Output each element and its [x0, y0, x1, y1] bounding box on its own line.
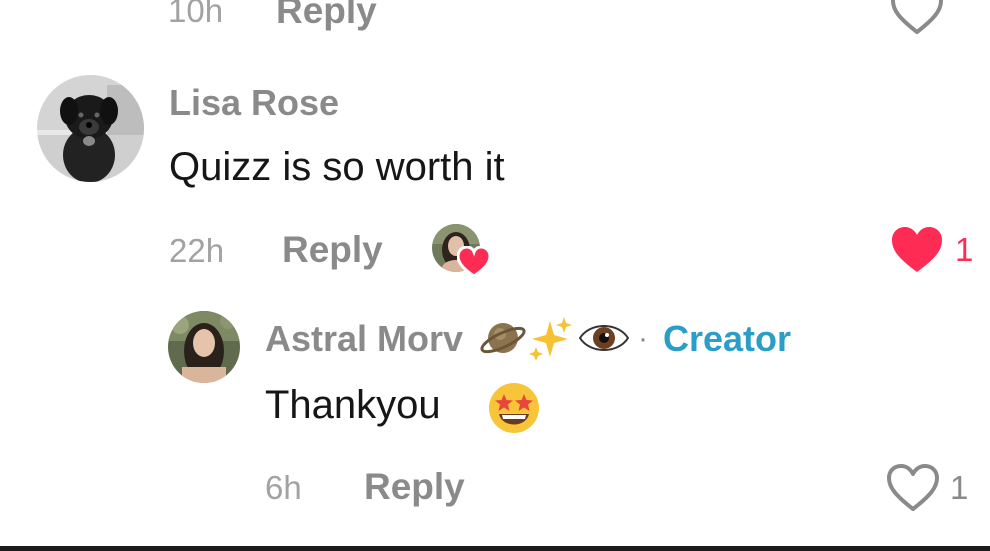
- creator-liked-badge: [432, 224, 492, 278]
- star-struck-icon: [486, 380, 542, 436]
- comment-text: Quizz is so worth it: [169, 145, 505, 189]
- astral-morv-avatar[interactable]: [168, 311, 240, 383]
- reply-username[interactable]: Astral Morv: [265, 318, 463, 360]
- eye-icon: [578, 318, 630, 358]
- reply-time: 6h: [265, 469, 302, 506]
- creator-photo-icon: [168, 311, 240, 383]
- comment-like-count: 1: [955, 231, 974, 268]
- comment-like-button[interactable]: [890, 225, 944, 275]
- top-comment-time: 10h: [168, 0, 224, 29]
- bottom-divider: [0, 546, 990, 551]
- badge-separator: ·: [638, 322, 648, 355]
- reply-text: Thankyou: [265, 383, 441, 427]
- reply-reply-button[interactable]: Reply: [364, 466, 465, 508]
- ringed-planet-icon: [478, 313, 528, 363]
- top-comment-like-button[interactable]: [890, 0, 944, 36]
- dog-photo-icon: [37, 75, 144, 182]
- heart-outline-icon: [887, 464, 939, 511]
- sparkles-icon: [528, 315, 574, 361]
- heart-outline-icon: [891, 0, 943, 34]
- comment-time: 22h: [169, 232, 225, 269]
- heart-filled-icon: [892, 227, 942, 272]
- reply-like-button[interactable]: [886, 463, 940, 513]
- top-comment-reply-button[interactable]: Reply: [276, 0, 377, 32]
- comment-reply-button[interactable]: Reply: [282, 229, 383, 271]
- comment-username[interactable]: Lisa Rose: [169, 82, 339, 124]
- creator-badge: Creator: [663, 318, 792, 359]
- lisa-rose-avatar[interactable]: [37, 75, 144, 182]
- heart-badge-icon: [456, 245, 492, 278]
- reply-like-count: 1: [950, 469, 969, 506]
